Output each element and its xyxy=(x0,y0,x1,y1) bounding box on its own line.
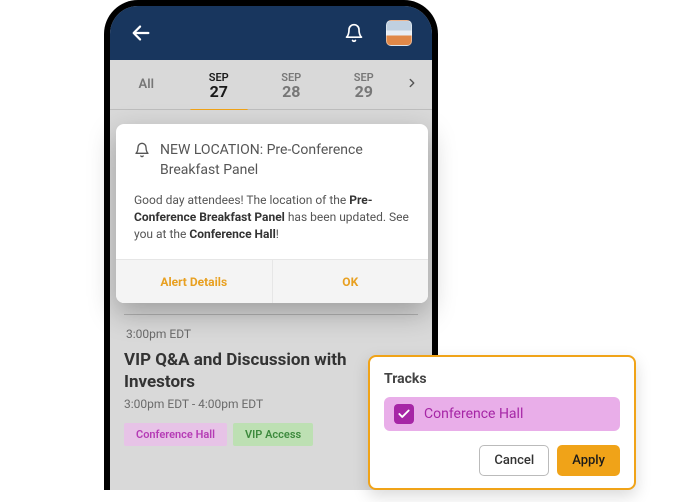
tab-day: 29 xyxy=(328,85,401,99)
alert-ok-button[interactable]: OK xyxy=(272,260,429,303)
alert-bold-2: Conference Hall xyxy=(189,227,275,241)
tab-sep-27[interactable]: SEP 27 xyxy=(183,71,256,99)
bell-icon xyxy=(134,142,150,162)
apply-button[interactable]: Apply xyxy=(557,445,620,476)
check-icon xyxy=(397,407,411,421)
alert-text: ! xyxy=(276,227,279,241)
date-next-button[interactable] xyxy=(400,75,424,94)
back-arrow-icon xyxy=(130,22,152,44)
bell-icon xyxy=(344,23,364,43)
tracks-actions: Cancel Apply xyxy=(384,445,620,476)
checkbox-checked[interactable] xyxy=(394,404,414,424)
alert-actions: Alert Details OK xyxy=(116,259,428,303)
cancel-button[interactable]: Cancel xyxy=(479,445,549,476)
chevron-right-icon xyxy=(405,76,419,90)
alert-details-button[interactable]: Alert Details xyxy=(116,260,272,303)
back-button[interactable] xyxy=(130,22,152,44)
tab-day: 27 xyxy=(183,85,256,99)
notifications-button[interactable] xyxy=(344,23,364,43)
tab-all[interactable]: All xyxy=(110,78,183,92)
alert-title: NEW LOCATION: Pre-Conference Breakfast P… xyxy=(160,140,410,180)
alert-modal: NEW LOCATION: Pre-Conference Breakfast P… xyxy=(116,124,428,303)
tab-sep-29[interactable]: SEP 29 xyxy=(328,71,401,99)
date-tabs: All SEP 27 SEP 28 SEP 29 xyxy=(110,60,432,110)
schedule-time-header: 3:00pm EDT xyxy=(126,327,418,341)
track-option-conference-hall[interactable]: Conference Hall xyxy=(384,397,620,431)
tracks-title: Tracks xyxy=(384,371,620,387)
alert-body: Good day attendees! The location of the … xyxy=(116,188,428,259)
alert-text: Good day attendees! The location of the xyxy=(134,193,349,207)
user-avatar[interactable] xyxy=(386,20,412,46)
badge-location[interactable]: Conference Hall xyxy=(124,423,227,446)
tab-sep-28[interactable]: SEP 28 xyxy=(255,71,328,99)
badge-tag[interactable]: VIP Access xyxy=(233,423,313,446)
alert-header: NEW LOCATION: Pre-Conference Breakfast P… xyxy=(116,124,428,188)
tab-day: 28 xyxy=(255,85,328,99)
app-header xyxy=(110,6,432,60)
divider xyxy=(124,314,418,315)
tracks-popup: Tracks Conference Hall Cancel Apply xyxy=(368,355,636,490)
track-option-label: Conference Hall xyxy=(424,406,523,422)
